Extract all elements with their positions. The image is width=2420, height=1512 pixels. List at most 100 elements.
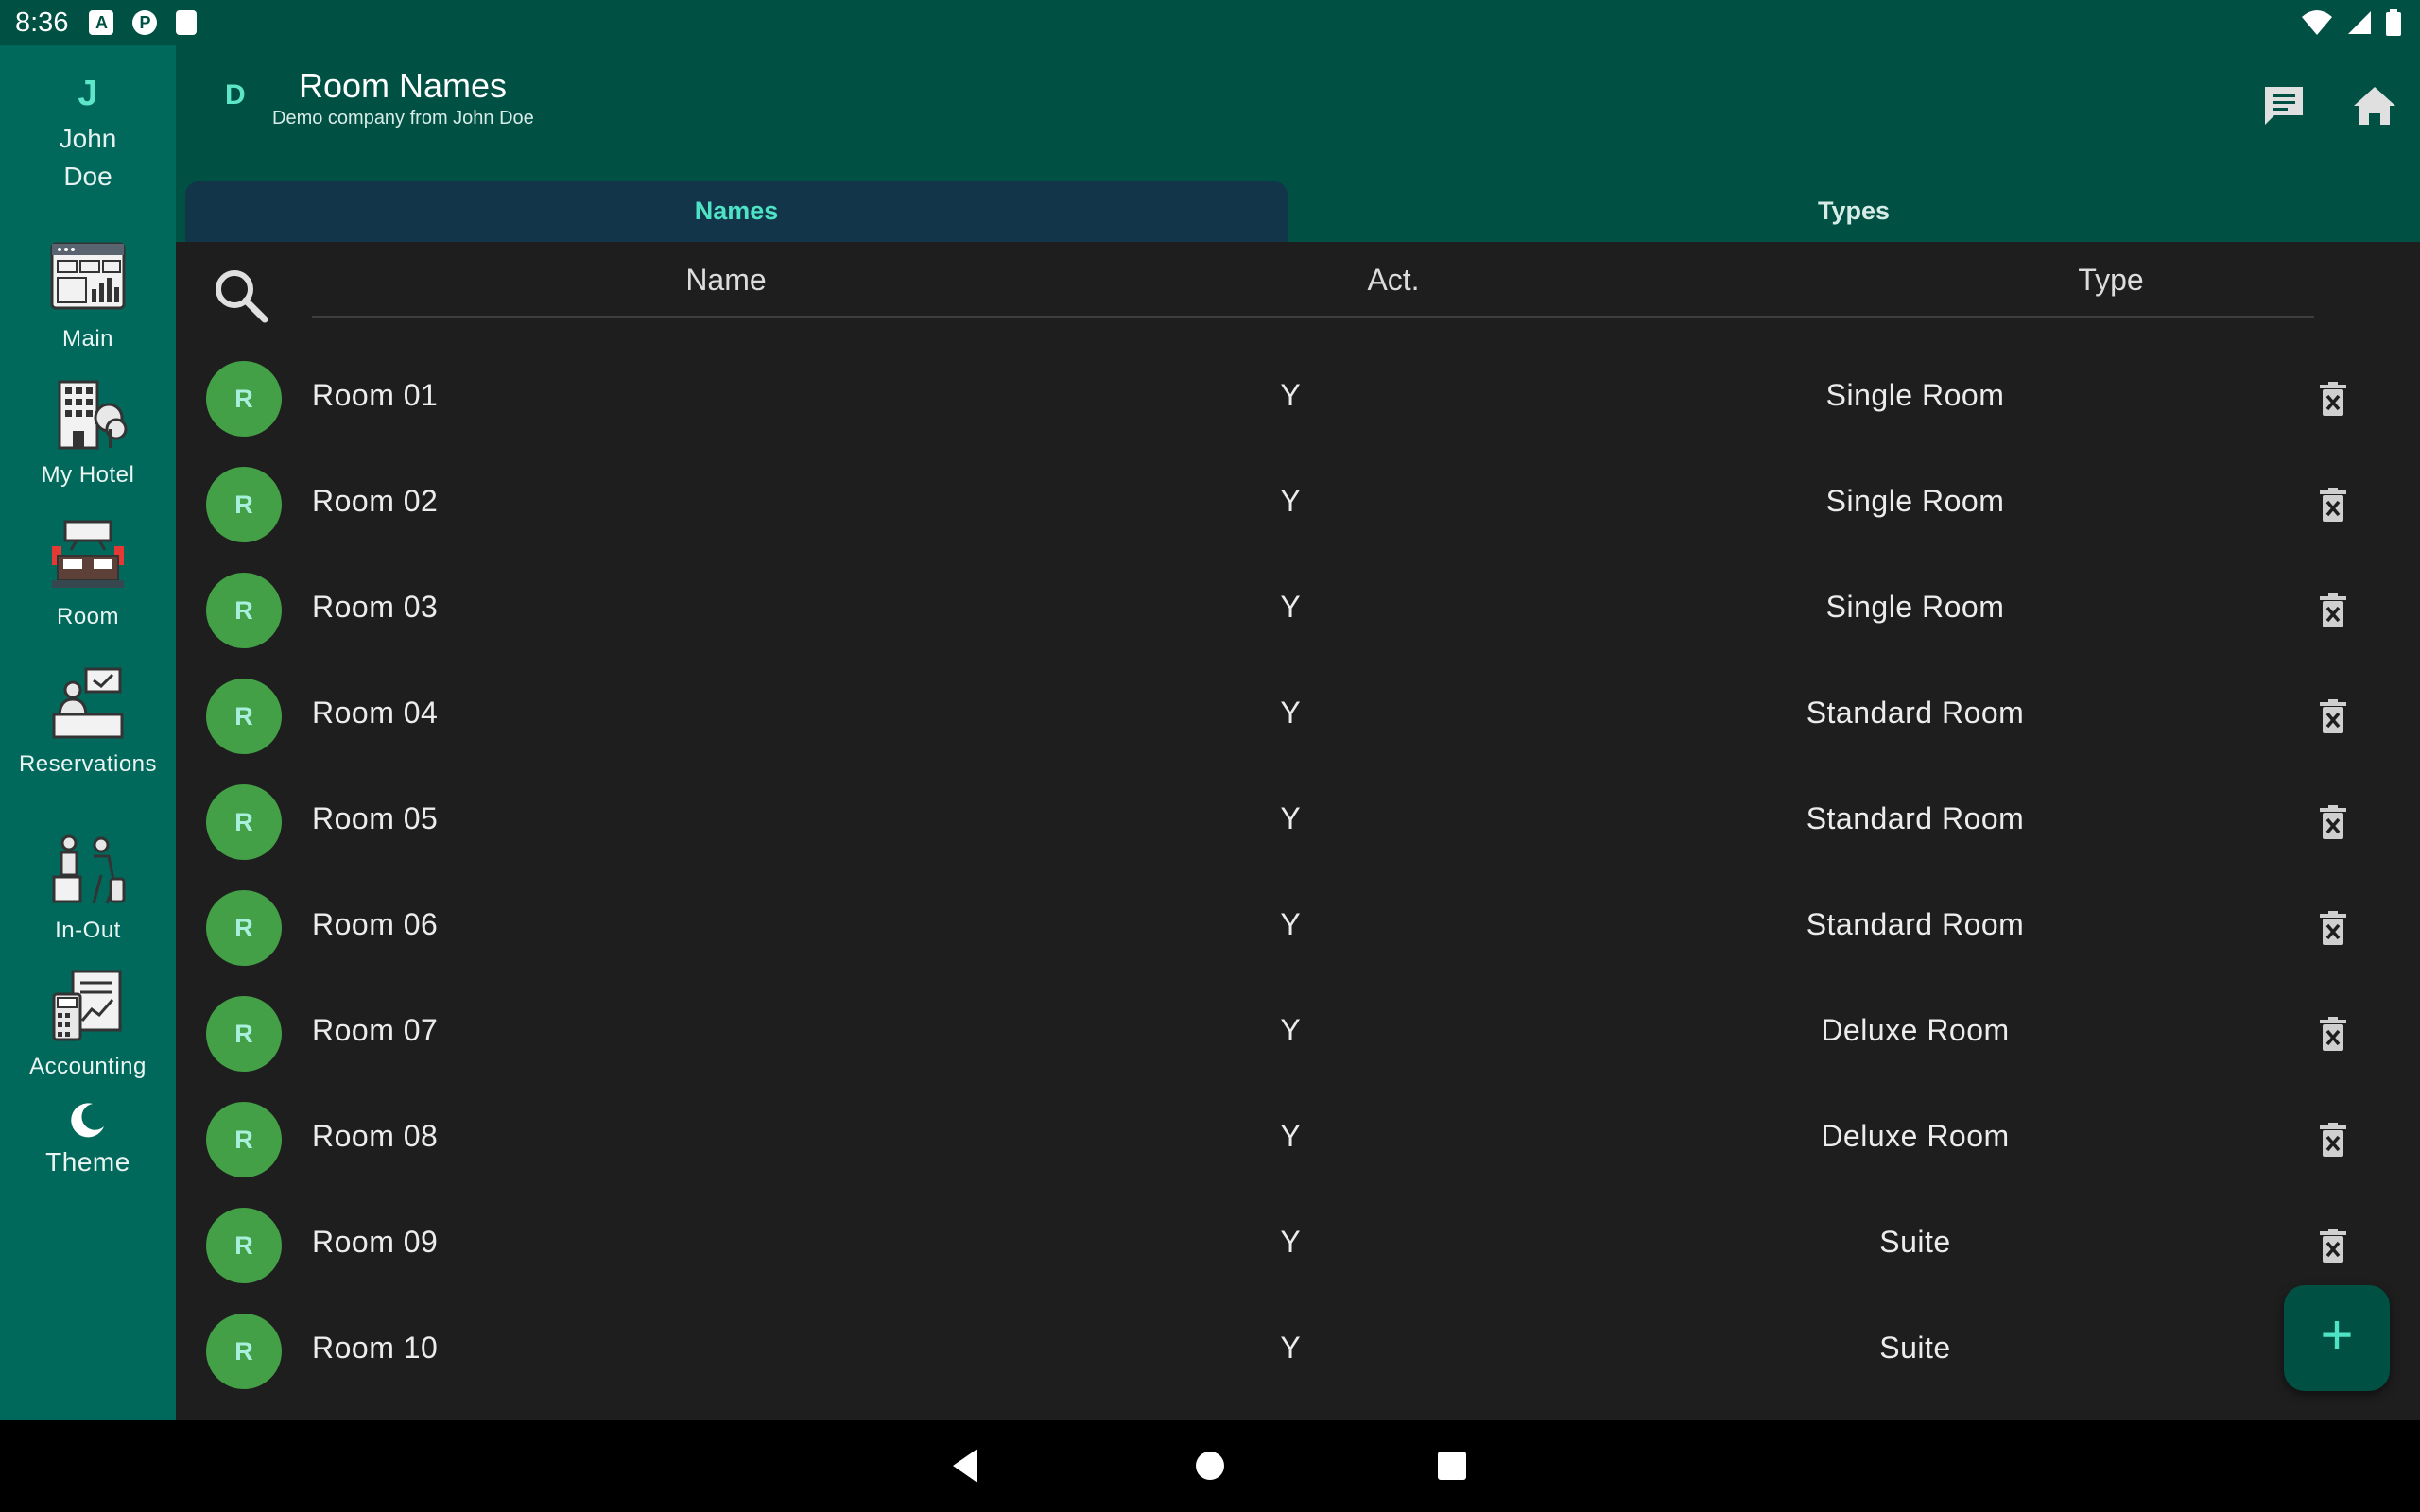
battery-icon <box>2386 9 2401 36</box>
rail-item-label: Reservations <box>18 751 158 777</box>
rail-item-theme[interactable]: Theme <box>0 1100 176 1177</box>
header-divider <box>312 316 2314 318</box>
table-row[interactable]: R Room 08 Y Deluxe Room <box>176 1087 2420 1193</box>
p-icon: P <box>132 10 158 35</box>
delete-icon[interactable] <box>2314 1227 2352 1264</box>
hotel-icon <box>58 380 128 450</box>
tab-types[interactable]: Types <box>1288 181 2420 242</box>
room-active-flag: Y <box>1280 801 1301 835</box>
room-type: Single Room <box>1825 590 2005 624</box>
status-bar: 8:36 A P <box>0 0 2420 45</box>
room-avatar: R <box>206 1102 282 1177</box>
room-type: Suite <box>1879 1331 1951 1365</box>
room-active-flag: Y <box>1280 907 1301 941</box>
tab-names[interactable]: Names <box>185 181 1288 242</box>
check-in-out-icon <box>52 834 126 904</box>
reception-desk-icon <box>52 667 124 739</box>
plus-icon: + <box>2320 1303 2354 1366</box>
room-active-flag: Y <box>1280 696 1301 730</box>
user-initial: J <box>78 74 98 113</box>
room-type: Single Room <box>1825 378 2005 412</box>
room-names-list: Name Act. Type R Room 01 Y Single Room R Room… <box>176 242 2420 1420</box>
column-header-name[interactable]: Name <box>601 263 851 298</box>
room-name: Room 04 <box>312 696 439 730</box>
room-type: Standard Room <box>1806 801 2025 835</box>
room-name: Room 06 <box>312 907 439 941</box>
rail-item-label: My Hotel <box>41 462 135 488</box>
room-avatar: R <box>206 1314 282 1389</box>
room-name: Room 09 <box>312 1225 439 1259</box>
chat-icon[interactable] <box>2256 77 2312 134</box>
rail-item-label: Room <box>56 604 120 629</box>
room-avatar: R <box>206 890 282 966</box>
delete-icon[interactable] <box>2314 592 2352 629</box>
table-row[interactable]: R Room 01 Y Single Room <box>176 346 2420 452</box>
rail-item-room[interactable]: Room <box>0 518 176 630</box>
page-title: Room Names <box>299 66 508 105</box>
room-avatar: R <box>206 467 282 542</box>
room-active-flag: Y <box>1280 378 1301 412</box>
rail-item-label: Accounting <box>29 1054 147 1079</box>
table-row[interactable]: R Room 09 Y Suite <box>176 1193 2420 1298</box>
column-header-active[interactable]: Act. <box>1346 263 1441 298</box>
table-row[interactable]: R Room 04 Y Standard Room <box>176 663 2420 769</box>
tab-bar: Names Types <box>176 181 2420 242</box>
rail-item-my-hotel[interactable]: My Hotel <box>0 376 176 489</box>
rail-item-label: Main <box>61 326 114 352</box>
room-active-flag: Y <box>1280 1119 1301 1153</box>
room-name: Room 08 <box>312 1119 439 1153</box>
rail-item-main[interactable]: Main <box>0 240 176 352</box>
system-navigation-bar <box>0 1420 2420 1512</box>
signal-icon <box>2348 11 2371 34</box>
home-icon[interactable] <box>2346 77 2403 134</box>
delete-icon[interactable] <box>2314 697 2352 735</box>
sd-card-icon <box>176 10 198 35</box>
table-row[interactable]: R Room 02 Y Single Room <box>176 452 2420 558</box>
user-name: John Doe <box>59 124 117 191</box>
room-avatar: R <box>206 996 282 1072</box>
room-avatar: R <box>206 1208 282 1283</box>
home-circle-icon[interactable] <box>1189 1445 1231 1486</box>
room-name: Room 10 <box>312 1331 439 1365</box>
user-profile[interactable]: J John Doe <box>0 74 176 196</box>
delete-icon[interactable] <box>2314 1121 2352 1159</box>
room-name: Room 02 <box>312 484 439 518</box>
table-row[interactable]: R Room 05 Y Standard Room <box>176 769 2420 875</box>
room-type: Standard Room <box>1806 907 2025 941</box>
recents-icon[interactable] <box>1431 1445 1473 1486</box>
moon-icon <box>71 1103 104 1138</box>
rail-item-in-out[interactable]: In-Out <box>0 832 176 944</box>
search-icon[interactable] <box>210 265 270 325</box>
accounting-icon <box>52 970 122 1041</box>
rail-item-accounting[interactable]: Accounting <box>0 968 176 1080</box>
add-room-button[interactable]: + <box>2284 1285 2390 1391</box>
room-type: Suite <box>1879 1225 1951 1259</box>
wifi-icon <box>2302 10 2332 35</box>
app-bar: D Room Names Demo company from John Doe <box>176 45 2420 181</box>
company-initial[interactable]: D <box>225 79 246 112</box>
delete-icon[interactable] <box>2314 803 2352 841</box>
delete-icon[interactable] <box>2314 909 2352 947</box>
room-avatar: R <box>206 679 282 754</box>
table-row[interactable]: R Room 07 Y Deluxe Room <box>176 981 2420 1087</box>
table-row[interactable]: R Room 10 Y Suite <box>176 1298 2420 1404</box>
rail-item-label: Theme <box>45 1147 130 1177</box>
delete-icon[interactable] <box>2314 380 2352 418</box>
a-icon: A <box>89 10 114 35</box>
rail-item-reservations[interactable]: Reservations <box>0 665 176 778</box>
room-type: Standard Room <box>1806 696 2025 730</box>
dashboard-icon <box>50 242 126 310</box>
delete-icon[interactable] <box>2314 486 2352 524</box>
column-header-type[interactable]: Type <box>1981 263 2240 298</box>
room-avatar: R <box>206 784 282 860</box>
room-type: Deluxe Room <box>1821 1013 2010 1047</box>
table-row[interactable]: R Room 06 Y Standard Room <box>176 875 2420 981</box>
room-bed-icon <box>52 520 124 588</box>
back-icon[interactable] <box>945 1445 987 1486</box>
room-name: Room 07 <box>312 1013 439 1047</box>
room-active-flag: Y <box>1280 1331 1301 1365</box>
room-active-flag: Y <box>1280 1225 1301 1259</box>
table-row[interactable]: R Room 03 Y Single Room <box>176 558 2420 663</box>
room-type: Single Room <box>1825 484 2005 518</box>
delete-icon[interactable] <box>2314 1015 2352 1053</box>
